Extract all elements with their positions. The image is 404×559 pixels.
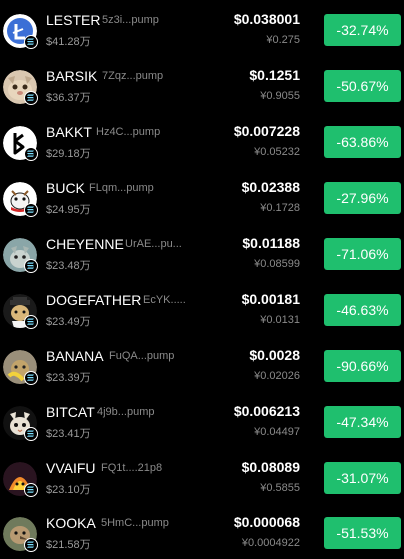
price-usd: $0.038001 [233,11,300,27]
price-usd: $0.000068 [233,514,300,530]
market-cap: $36.37万 [46,92,91,104]
price-cny: ¥0.08599 [254,258,300,270]
token-name: CHEYENNE [46,236,124,252]
token-name: BAKKT [46,124,92,140]
change-badge[interactable]: -63.86% [324,126,401,158]
token-row-barsik[interactable]: BARSIK 7Zqz...pump $36.37万 $0.1251 ¥0.90… [0,56,404,112]
token-address: 7Zqz...pump [102,70,164,82]
solana-chain-icon [24,147,38,161]
market-cap: $21.58万 [46,539,91,551]
market-cap: $23.49万 [46,316,91,328]
price-usd: $0.007228 [233,123,300,139]
price-cny: ¥0.275 [266,34,300,46]
market-cap: $23.10万 [46,484,91,496]
solana-chain-icon [24,35,38,49]
market-cap: $41.28万 [46,36,91,48]
change-badge[interactable]: -31.07% [324,462,401,494]
token-row-bitcat[interactable]: BITCAT 4j9b...pump $23.41万 $0.006213 ¥0.… [0,392,404,448]
market-cap: $24.95万 [46,204,91,216]
change-badge[interactable]: -51.53% [324,517,401,549]
solana-chain-icon [24,483,38,497]
price-cny: ¥0.02026 [254,370,300,382]
token-address: FQ1t....21p8 [101,462,163,474]
solana-chain-icon [24,315,38,329]
price-usd: $0.01188 [242,235,300,251]
token-row-lester[interactable]: LESTER 5z3i...pump $41.28万 $0.038001 ¥0.… [0,0,404,56]
token-name: BITCAT [46,404,95,420]
market-cap: $23.48万 [46,260,91,272]
solana-chain-icon [24,91,38,105]
token-name: BARSIK [46,68,98,84]
change-badge[interactable]: -27.96% [324,182,401,214]
solana-chain-icon [24,427,38,441]
token-address: 5HmC...pump [101,517,169,529]
token-name: DOGEFATHER [46,292,142,308]
price-usd: $0.1251 [249,67,300,83]
token-list: LESTER 5z3i...pump $41.28万 $0.038001 ¥0.… [0,0,404,559]
token-name: KOOKA [46,515,96,531]
change-badge[interactable]: -90.66% [324,350,401,382]
change-badge[interactable]: -71.06% [324,238,401,270]
token-address: UrAE...pu... [125,238,182,250]
price-cny: ¥0.9055 [260,90,300,102]
price-cny: ¥0.0131 [260,314,300,326]
solana-chain-icon [24,371,38,385]
market-cap: $23.39万 [46,372,91,384]
price-cny: ¥0.5855 [260,482,300,494]
price-usd: $0.08089 [241,459,300,475]
token-address: FuQA...pump [109,350,175,362]
price-cny: ¥0.05232 [254,146,300,158]
token-address: Hz4C...pump [96,126,161,138]
token-address: EcYK..... [143,294,186,306]
price-usd: $0.006213 [233,403,300,419]
price-cny: ¥0.0004922 [241,537,300,549]
token-row-banana[interactable]: BANANA FuQA...pump $23.39万 $0.0028 ¥0.02… [0,336,404,392]
price-usd: $0.00181 [241,291,300,307]
token-name: LESTER [46,12,101,28]
solana-chain-icon [24,259,38,273]
price-cny: ¥0.04497 [254,426,300,438]
change-badge[interactable]: -50.67% [324,70,401,102]
token-row-vvaifu[interactable]: VVAIFU FQ1t....21p8 $23.10万 $0.08089 ¥0.… [0,448,404,504]
token-name: BANANA [46,348,104,364]
price-cny: ¥0.1728 [260,202,300,214]
token-address: 4j9b...pump [97,406,155,418]
price-usd: $0.02388 [241,179,300,195]
token-name: BUCK [46,180,85,196]
token-row-buck[interactable]: BUCK FLqm...pump $24.95万 $0.02388 ¥0.172… [0,168,404,224]
token-row-cheyenne[interactable]: CHEYENNE UrAE...pu... $23.48万 $0.01188 ¥… [0,224,404,280]
token-address: FLqm...pump [89,182,154,194]
market-cap: $23.41万 [46,428,91,440]
market-cap: $29.18万 [46,148,91,160]
token-name: VVAIFU [46,460,96,476]
price-usd: $0.0028 [249,347,300,363]
token-address: 5z3i...pump [102,14,159,26]
token-row-bakkt[interactable]: BAKKT Hz4C...pump $29.18万 $0.007228 ¥0.0… [0,112,404,168]
solana-chain-icon [24,203,38,217]
change-badge[interactable]: -46.63% [324,294,401,326]
change-badge[interactable]: -47.34% [324,406,401,438]
token-row-kooka[interactable]: KOOKA 5HmC...pump $21.58万 $0.000068 ¥0.0… [0,503,404,559]
change-badge[interactable]: -32.74% [324,14,401,46]
solana-chain-icon [24,538,38,552]
token-row-dogefather[interactable]: DOGEFATHER EcYK..... $23.49万 $0.00181 ¥0… [0,280,404,336]
